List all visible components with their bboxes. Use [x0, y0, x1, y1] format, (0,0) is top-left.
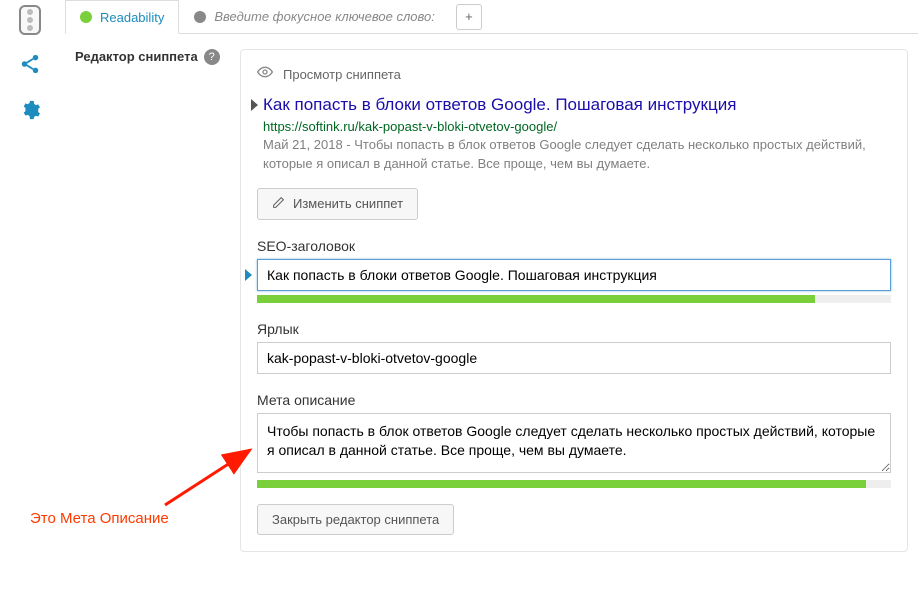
eye-icon — [257, 64, 273, 84]
tab-label: Введите фокусное ключевое слово: — [214, 9, 435, 24]
section-title: Редактор сниппета — [75, 49, 198, 64]
preview-heading: Просмотр сниппета — [257, 64, 891, 84]
caret-right-icon — [245, 269, 252, 281]
traffic-light-icon[interactable] — [19, 5, 41, 35]
caret-right-icon — [251, 99, 258, 111]
add-keyword-button[interactable]: + — [456, 4, 482, 30]
tab-focus-keyword[interactable]: Введите фокусное ключевое слово: — [179, 0, 450, 34]
status-dot-icon — [194, 11, 206, 23]
edit-snippet-button[interactable]: Изменить сниппет — [257, 188, 418, 220]
snippet-description: Май 21, 2018 - Чтобы попасть в блок отве… — [263, 136, 891, 174]
seo-title-label: SEO-заголовок — [257, 238, 891, 254]
slug-label: Ярлык — [257, 321, 891, 337]
close-editor-button[interactable]: Закрыть редактор сниппета — [257, 504, 454, 535]
status-dot-icon — [80, 11, 92, 23]
close-button-label: Закрыть редактор сниппета — [272, 512, 439, 527]
preview-label: Просмотр сниппета — [283, 67, 401, 82]
meta-description-label: Мета описание — [257, 392, 891, 408]
meta-description-progress — [257, 480, 891, 488]
help-icon[interactable]: ? — [204, 49, 220, 65]
edit-button-label: Изменить сниппет — [293, 196, 403, 211]
seo-title-progress — [257, 295, 891, 303]
snippet-preview[interactable]: Как попасть в блоки ответов Google. Поша… — [263, 94, 891, 174]
tab-bar: Readability Введите фокусное ключевое сл… — [65, 0, 918, 34]
tab-readability[interactable]: Readability — [65, 0, 179, 34]
annotation-text: Это Мета Описание — [30, 510, 169, 527]
tab-label: Readability — [100, 10, 164, 25]
gear-icon[interactable] — [19, 99, 41, 127]
share-icon[interactable] — [19, 53, 41, 81]
pencil-icon — [272, 196, 285, 212]
seo-title-input[interactable] — [257, 259, 891, 291]
snippet-title: Как попасть в блоки ответов Google. Поша… — [263, 94, 891, 116]
snippet-date: Май 21, 2018 — [263, 137, 343, 152]
snippet-url: https://softink.ru/kak-popast-v-bloki-ot… — [263, 119, 891, 134]
meta-description-textarea[interactable] — [257, 413, 891, 473]
slug-input[interactable] — [257, 342, 891, 374]
